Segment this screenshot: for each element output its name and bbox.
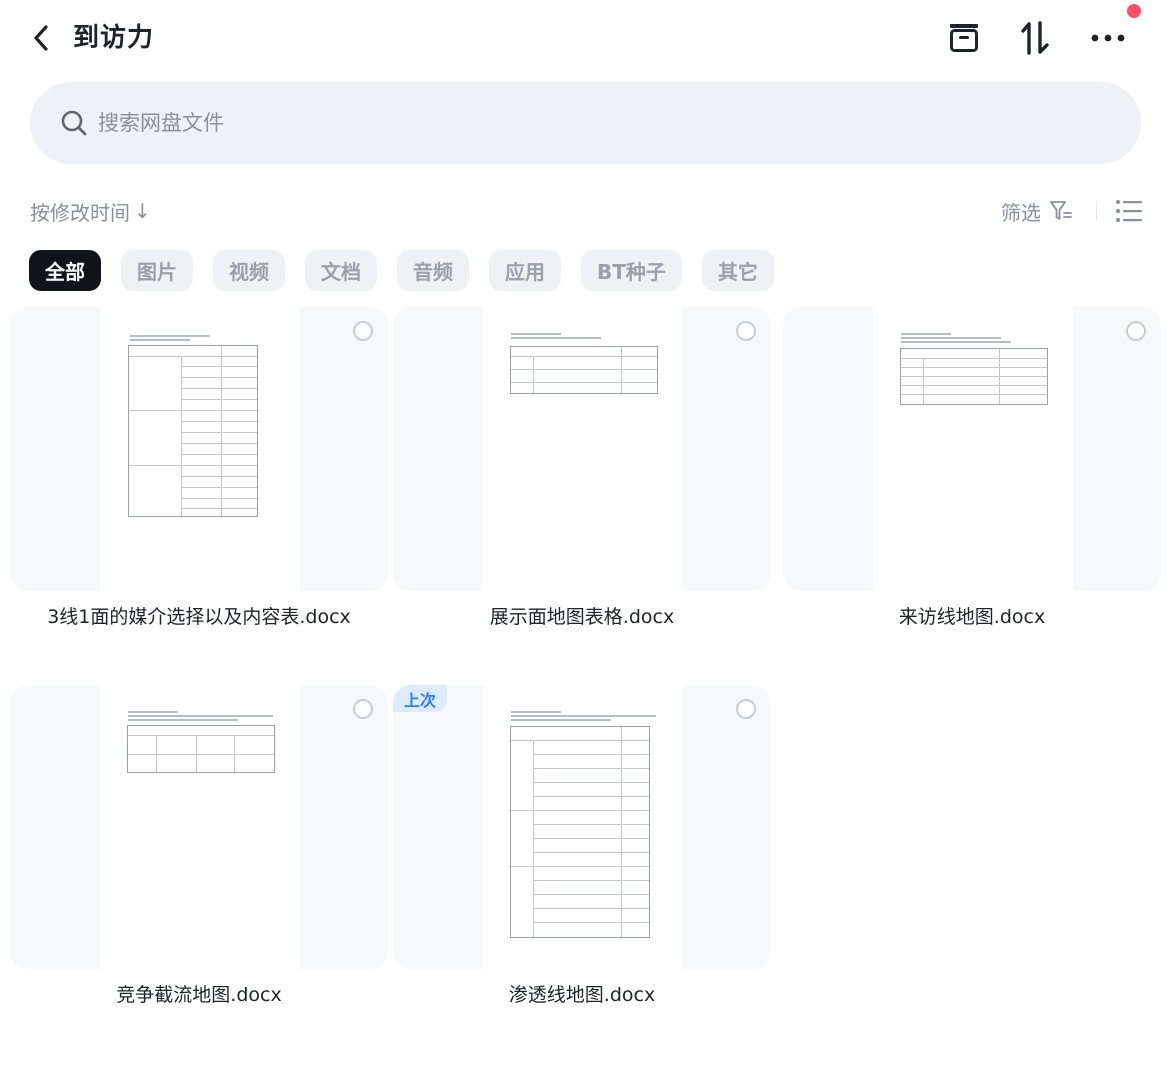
select-checkbox[interactable] — [736, 699, 756, 719]
toolbar-divider — [1096, 201, 1097, 221]
tab-apps[interactable]: 应用 — [489, 250, 561, 291]
select-checkbox[interactable] — [736, 321, 756, 341]
list-view-button[interactable] — [1113, 196, 1145, 226]
search-icon — [60, 109, 88, 137]
file-name[interactable]: 3线1面的媒介选择以及内容表.docx — [10, 604, 388, 630]
file-name[interactable]: 竞争截流地图.docx — [10, 982, 388, 1008]
notification-dot — [1127, 4, 1141, 18]
sort-button[interactable] — [1016, 18, 1056, 58]
top-bar: 到访力 — [0, 0, 1171, 80]
document-preview — [100, 685, 300, 969]
arrow-down-icon: ↓ — [134, 199, 151, 223]
back-button[interactable] — [24, 20, 58, 56]
sort-by-modified-button[interactable]: 按修改时间 ↓ — [30, 196, 151, 226]
page-title: 到访力 — [73, 23, 155, 53]
select-checkbox[interactable] — [1126, 321, 1146, 341]
select-checkbox[interactable] — [353, 699, 373, 719]
select-checkbox[interactable] — [353, 321, 373, 341]
list-view-icon — [1116, 200, 1142, 222]
file-name[interactable]: 来访线地图.docx — [783, 604, 1161, 630]
document-preview — [483, 685, 683, 969]
file-thumbnail[interactable] — [10, 307, 388, 591]
tab-documents[interactable]: 文档 — [305, 250, 377, 291]
chevron-left-icon — [34, 25, 48, 51]
document-preview — [483, 307, 683, 591]
file-thumbnail[interactable] — [783, 307, 1161, 591]
more-dots-icon — [1091, 34, 1125, 42]
filter-label: 筛选 — [1001, 200, 1041, 225]
tab-images[interactable]: 图片 — [121, 250, 193, 291]
document-preview — [873, 307, 1073, 591]
more-button[interactable] — [1088, 18, 1128, 58]
sort-label: 按修改时间 — [30, 200, 130, 225]
search-bar[interactable] — [30, 82, 1141, 164]
tab-videos[interactable]: 视频 — [213, 250, 285, 291]
document-preview — [100, 307, 300, 591]
last-opened-badge: 上次 — [393, 685, 447, 712]
archive-button[interactable] — [944, 18, 984, 58]
tab-audio[interactable]: 音频 — [397, 250, 469, 291]
search-input[interactable] — [98, 111, 998, 135]
file-name[interactable]: 渗透线地图.docx — [393, 982, 771, 1008]
tab-all[interactable]: 全部 — [29, 250, 101, 291]
archive-box-icon — [950, 24, 978, 52]
tab-others[interactable]: 其它 — [701, 250, 774, 291]
file-thumbnail[interactable] — [10, 685, 388, 969]
category-tabs: 全部 图片 视频 文档 音频 应用 BT种子 其它 — [29, 250, 774, 291]
filter-icon — [1050, 201, 1072, 220]
file-thumbnail[interactable]: 上次 — [393, 685, 771, 969]
file-name[interactable]: 展示面地图表格.docx — [393, 604, 771, 630]
tab-bt-torrents[interactable]: BT种子 — [581, 250, 682, 291]
sort-arrows-icon — [1021, 21, 1049, 55]
file-thumbnail[interactable] — [393, 307, 771, 591]
filter-button[interactable]: 筛选 — [1001, 196, 1073, 226]
